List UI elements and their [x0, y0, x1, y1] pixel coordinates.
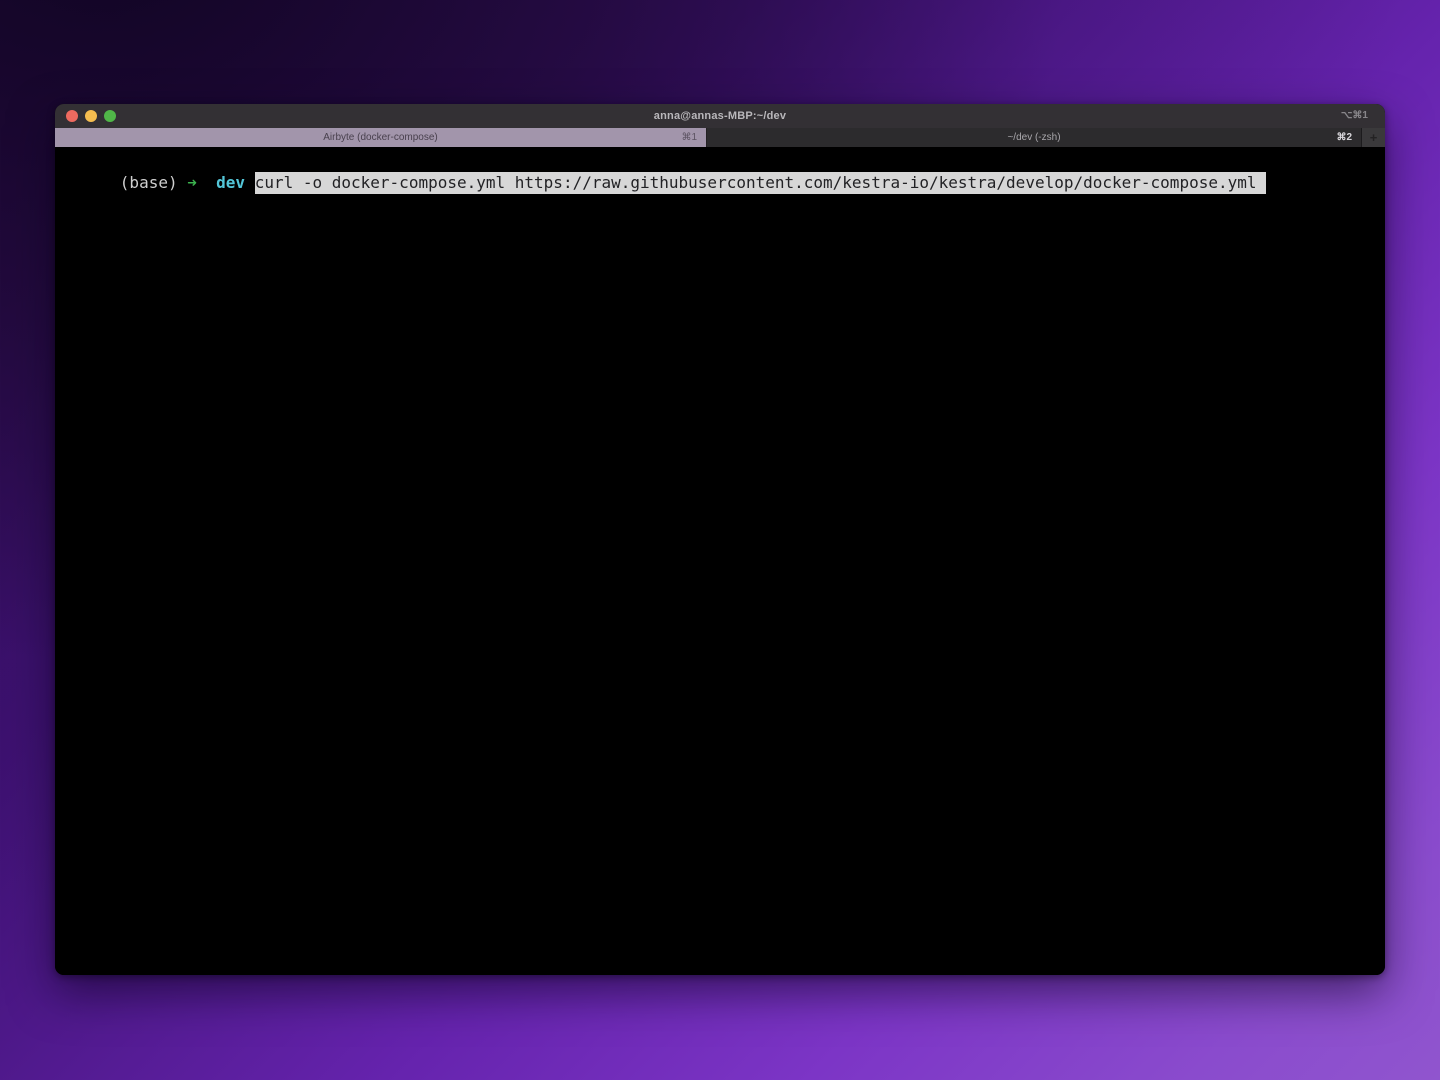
prompt-conda-env: (base) [120, 173, 178, 192]
tab-label: Airbyte (docker-compose) [323, 132, 437, 143]
close-button[interactable] [66, 110, 78, 122]
tab-shortcut-hint: ⌘1 [681, 132, 697, 143]
tab-shortcut-hint: ⌘2 [1336, 132, 1352, 143]
tab-label: ~/dev (-zsh) [1007, 132, 1060, 143]
prompt-spacer [197, 173, 216, 192]
prompt-spacer [178, 173, 188, 192]
prompt-line: (base) ➜ dev curl -o docker-compose.yml … [120, 172, 1266, 194]
window-shortcut-hint: ⌥⌘1 [1341, 104, 1368, 128]
tab-dev-zsh[interactable]: ~/dev (-zsh) ⌘2 [707, 128, 1362, 147]
terminal-window: anna@annas-MBP:~/dev ⌥⌘1 Airbyte (docker… [55, 104, 1385, 975]
tab-airbyte-docker-compose[interactable]: Airbyte (docker-compose) ⌘1 [55, 128, 707, 147]
desktop-background: anna@annas-MBP:~/dev ⌥⌘1 Airbyte (docker… [0, 0, 1440, 1080]
prompt-directory: dev [216, 173, 245, 192]
prompt-arrow: ➜ [187, 173, 197, 192]
command-text-selected: curl -o docker-compose.yml https://raw.g… [255, 172, 1266, 194]
traffic-lights [66, 110, 116, 122]
prompt-spacer [245, 173, 255, 192]
tab-bar: Airbyte (docker-compose) ⌘1 ~/dev (-zsh)… [55, 128, 1385, 147]
minimize-button[interactable] [85, 110, 97, 122]
zoom-button[interactable] [104, 110, 116, 122]
new-tab-button[interactable]: + [1362, 128, 1385, 147]
window-title: anna@annas-MBP:~/dev [55, 110, 1385, 122]
window-titlebar[interactable]: anna@annas-MBP:~/dev ⌥⌘1 [55, 104, 1385, 128]
terminal-content[interactable]: (base) ➜ dev curl -o docker-compose.yml … [55, 147, 1385, 975]
